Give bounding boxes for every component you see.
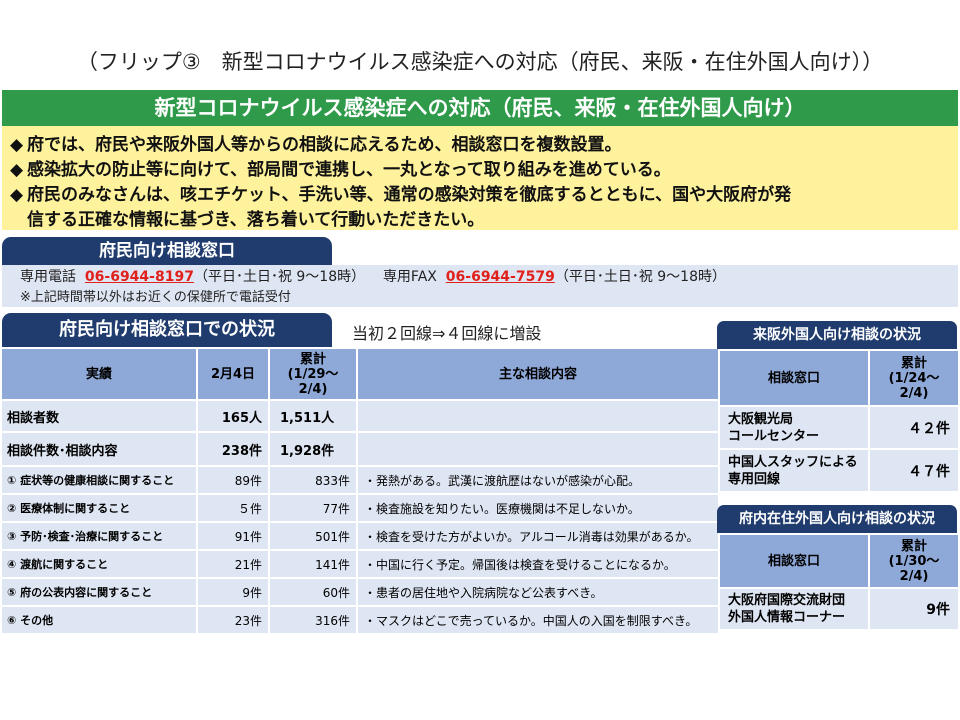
table-row: ④ 渡航に関すること 21件 141件 ・中国に行く予定。帰国後は検査を受けるこ…	[0, 549, 720, 579]
table-row: ③ 予防･検査･治療に関すること 91件 501件 ・検査を受けた方がよいか。ア…	[0, 521, 720, 551]
bullet-item: 信する正確な情報に基づき、落ち着いて行動いただきたい。	[27, 210, 485, 230]
header-cumulative: 累計 (1/24〜 2/4)	[868, 349, 960, 407]
contact-box: 専用電話 06-6944-8197（平日･土日･祝 9〜18時） 専用FAX 0…	[2, 265, 958, 307]
table-row: 相談者数 165人 1,511人	[0, 399, 720, 433]
table-row: 大阪観光局 コールセンター ４２件	[718, 405, 960, 450]
line-increase-note: 当初２回線⇒４回線に増設	[352, 324, 542, 343]
visitor-table: 相談窓口 累計 (1/24〜 2/4) 大阪観光局 コールセンター ４２件 中国人スタ…	[718, 349, 960, 493]
page-title: （フリップ③ 新型コロナウイルス感染症への対応（府民、来阪・在住外国人向け））	[76, 50, 884, 74]
table-row: ⑤ 府の公表内容に関すること 9件 60件 ・患者の居住地や入院病院など公表すべ…	[0, 577, 720, 607]
bullet-item: ◆ 府民のみなさんは、咳エチケット、手洗い等、通常の感染対策を徹底するとともに、国…	[10, 185, 792, 205]
visitor-tab: 来阪外国人向け相談の状況	[717, 321, 957, 349]
header-window: 相談窓口	[718, 349, 870, 407]
diamond-icon: ◆	[10, 135, 24, 155]
consultation-table: 実績 2月4日 累計 (1/29〜 2/4) 主な相談内容 相談者数 165人 1,…	[0, 347, 720, 635]
fax-number[interactable]: 06-6944-7579	[446, 269, 555, 285]
contact-line: 専用電話 06-6944-8197（平日･土日･祝 9〜18時） 専用FAX 0…	[20, 269, 726, 285]
table-row: ⑥ その他 23件 316件 ・マスクはどこで売っているか。中国人の入国を制限す…	[0, 605, 720, 635]
summary-box: ◆ 府では、府民や来阪外国人等からの相談に応えるため、相談窓口を複数設置。 ◆ 感染…	[2, 126, 958, 230]
table-row: 中国人スタッフによる 専用回線 ４７件	[718, 448, 960, 493]
contact-note: ※上記時間帯以外はお近くの保健所で電話受付	[20, 290, 291, 305]
header-cumulative: 累計 (1/30〜 2/4)	[868, 533, 960, 589]
header-window: 相談窓口	[718, 533, 870, 589]
bullet-item: ◆ 府では、府民や来阪外国人等からの相談に応えるため、相談窓口を複数設置。	[10, 135, 622, 155]
phone-number[interactable]: 06-6944-8197	[85, 269, 194, 285]
header-main-content: 主な相談内容	[356, 347, 720, 401]
table-row: ② 医療体制に関すること ５件 77件 ・検査施設を知りたい。医療機関は不足しな…	[0, 493, 720, 523]
diamond-icon: ◆	[10, 160, 24, 180]
diamond-icon: ◆	[10, 185, 24, 205]
consult-window-tab: 府民向け相談窓口	[2, 237, 332, 265]
header-date: 2月4日	[196, 347, 270, 401]
table-row: 大阪府国際交流財団 外国人情報コーナー 9件	[718, 587, 960, 631]
header-cumulative: 累計 (1/29〜 2/4)	[268, 347, 358, 401]
banner-title: 新型コロナウイルス感染症への対応（府民、来阪・在住外国人向け）	[2, 90, 958, 126]
resident-table: 相談窓口 累計 (1/30〜 2/4) 大阪府国際交流財団 外国人情報コーナー 9件	[718, 533, 960, 631]
header-results: 実績	[0, 347, 198, 401]
table-row: 相談件数･相談内容 238件 1,928件	[0, 431, 720, 467]
resident-tab: 府内在住外国人向け相談の状況	[717, 505, 957, 533]
table-row: ① 症状等の健康相談に関すること 89件 833件 ・発熱がある。武漢に渡航歴は…	[0, 465, 720, 495]
bullet-item: ◆ 感染拡大の防止等に向けて、部局間で連携し、一丸となって取り組みを進めている。	[10, 160, 671, 180]
status-tab: 府民向け相談窓口での状況	[2, 313, 332, 347]
